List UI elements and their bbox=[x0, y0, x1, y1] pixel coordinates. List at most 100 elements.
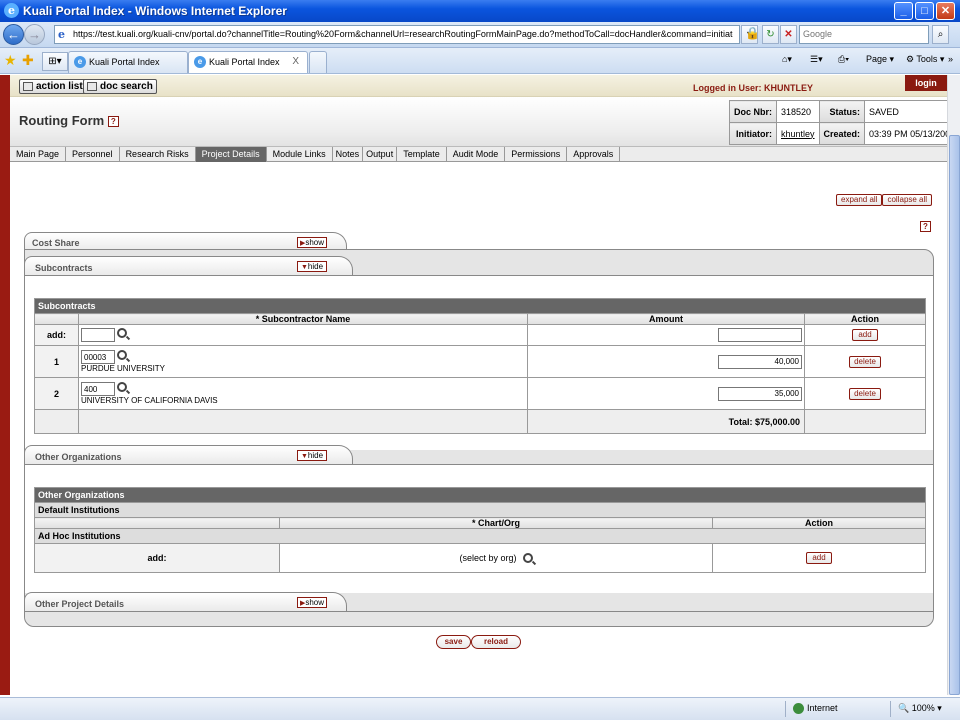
new-amount-input[interactable] bbox=[718, 328, 802, 342]
action-list-button[interactable]: action list bbox=[19, 79, 87, 94]
add-amount-cell bbox=[527, 324, 805, 346]
globe-icon bbox=[793, 703, 804, 715]
refresh-icon[interactable]: ↻ bbox=[762, 25, 779, 44]
search-input[interactable] bbox=[800, 26, 925, 42]
cost-share-toggle-button[interactable]: ▶show bbox=[297, 237, 327, 248]
forward-button[interactable]: → bbox=[24, 24, 45, 45]
lookup-icon[interactable] bbox=[117, 350, 127, 360]
subcontracts-total: Total: $75,000.00 bbox=[527, 409, 805, 434]
doc-search-button[interactable]: doc search bbox=[83, 79, 157, 94]
browser-tab-2[interactable]: e Kuali Portal Index X bbox=[188, 51, 308, 73]
delete-button[interactable]: delete bbox=[849, 387, 881, 400]
doc-nbr-label: Doc Nbr: bbox=[729, 100, 777, 123]
toggle-label: hide bbox=[307, 451, 324, 460]
scrollbar-thumb[interactable] bbox=[949, 135, 960, 695]
other-orgs-title: Other Organizations bbox=[35, 452, 122, 462]
add-subcontract-button[interactable]: add bbox=[852, 329, 878, 341]
tab-personnel[interactable]: Personnel bbox=[66, 147, 120, 162]
tab-audit-mode[interactable]: Audit Mode bbox=[447, 147, 506, 162]
tab-project-details[interactable]: Project Details bbox=[195, 147, 267, 162]
subcontractor-code-input[interactable] bbox=[81, 382, 115, 396]
subcontracts-table: Subcontracts * Subcontractor Name Amount… bbox=[34, 298, 926, 434]
more-commands-icon[interactable]: » bbox=[948, 54, 953, 64]
tab-notes[interactable]: Notes bbox=[333, 147, 364, 162]
other-orgs-table: Other Organizations Default Institutions… bbox=[34, 487, 926, 573]
logged-in-user: Logged in User: KHUNTLEY bbox=[693, 83, 814, 93]
feeds-icon[interactable]: ☰▾ bbox=[810, 54, 823, 65]
tab-permissions[interactable]: Permissions bbox=[505, 147, 568, 162]
delete-button[interactable]: delete bbox=[849, 355, 881, 368]
search-box[interactable] bbox=[799, 25, 929, 44]
lock-icon[interactable]: 🔒 bbox=[745, 26, 760, 40]
add-favorite-icon[interactable]: ✚ bbox=[22, 52, 34, 69]
initiator-cell: khuntley bbox=[776, 122, 820, 145]
collapse-all-button[interactable]: collapse all bbox=[882, 194, 933, 206]
other-orgs-toggle-button[interactable]: ▼hide bbox=[297, 450, 327, 461]
org-lookup-icon[interactable] bbox=[522, 553, 533, 563]
subcontracts-toggle-button[interactable]: ▼hide bbox=[297, 261, 327, 272]
back-button[interactable]: ← bbox=[3, 24, 24, 45]
tab-page-icon: e bbox=[194, 56, 206, 68]
home-icon[interactable]: ⌂▾ bbox=[782, 54, 792, 65]
status-bar: Internet 🔍 100% ▾ bbox=[0, 697, 960, 720]
page-title: Routing Form ? bbox=[19, 113, 119, 128]
tab-approvals[interactable]: Approvals bbox=[567, 147, 621, 162]
browser-tab-label: Kuali Portal Index bbox=[89, 57, 160, 67]
amount-cell bbox=[527, 377, 805, 410]
amount-input[interactable] bbox=[718, 386, 802, 401]
toggle-label: hide bbox=[307, 262, 324, 271]
save-button[interactable]: save bbox=[436, 635, 471, 649]
favorites-star-icon[interactable]: ★ bbox=[4, 52, 17, 69]
lookup-icon[interactable] bbox=[117, 382, 127, 392]
close-tab-icon[interactable]: X bbox=[292, 56, 299, 67]
new-tab-button[interactable] bbox=[309, 51, 327, 73]
page-menu[interactable]: Page ▾ bbox=[866, 54, 894, 65]
kuali-topbar: action list doc search Logged in User: K… bbox=[10, 75, 947, 97]
print-icon[interactable]: ⎙▾ bbox=[838, 54, 849, 65]
default-institutions-label: Default Institutions bbox=[34, 502, 926, 518]
reload-button[interactable]: reload bbox=[471, 635, 521, 649]
amount-input[interactable] bbox=[718, 354, 802, 369]
tab-output[interactable]: Output bbox=[363, 147, 398, 162]
tab-main-page[interactable]: Main Page bbox=[10, 147, 67, 162]
page-title-text: Routing Form bbox=[19, 113, 105, 128]
tools-menu[interactable]: ⚙ Tools ▾ bbox=[906, 54, 944, 65]
vertical-scrollbar[interactable] bbox=[947, 75, 960, 695]
row-number: 2 bbox=[34, 377, 79, 410]
add-org-button[interactable]: add bbox=[806, 552, 832, 564]
minimize-button[interactable]: _ bbox=[894, 2, 913, 20]
divider bbox=[890, 701, 891, 717]
tab-research-risks[interactable]: Research Risks bbox=[120, 147, 196, 162]
browser-tab-1[interactable]: e Kuali Portal Index bbox=[68, 51, 188, 73]
close-window-button[interactable]: ✕ bbox=[936, 2, 955, 20]
subcontractor-code-input[interactable] bbox=[81, 350, 115, 364]
search-icon[interactable]: ⌕ bbox=[932, 25, 949, 44]
tab-module-links[interactable]: Module Links bbox=[267, 147, 333, 162]
url-field[interactable]: e https://test.kuali.org/kuali-cnv/porta… bbox=[54, 25, 740, 44]
subcontracts-title: Subcontracts bbox=[35, 263, 93, 273]
tab-template[interactable]: Template bbox=[397, 147, 447, 162]
toggle-label: show bbox=[305, 598, 325, 607]
col-action: Action bbox=[712, 517, 926, 529]
new-subcontractor-code-input[interactable] bbox=[81, 328, 115, 342]
login-button[interactable]: login bbox=[905, 75, 947, 91]
stop-icon[interactable]: ✕ bbox=[780, 25, 797, 44]
cost-share-title: Cost Share bbox=[32, 238, 80, 248]
zoom-control[interactable]: 🔍 100% ▾ bbox=[898, 703, 942, 714]
lookup-icon[interactable] bbox=[117, 328, 127, 338]
quick-tabs-icon[interactable]: ⊞▾ bbox=[42, 52, 68, 71]
window-title: Kuali Portal Index - Windows Internet Ex… bbox=[23, 4, 287, 18]
initiator-link[interactable]: khuntley bbox=[781, 129, 815, 139]
expand-all-button[interactable]: expand all bbox=[836, 194, 883, 206]
help-icon[interactable]: ? bbox=[107, 116, 119, 128]
status-value: SAVED bbox=[864, 100, 947, 123]
zone-label: Internet bbox=[807, 703, 838, 713]
other-project-toggle-button[interactable]: ▶show bbox=[297, 597, 327, 608]
table-row: 2 UNIVERSITY OF CALIFORNIA DAVIS delete bbox=[34, 377, 926, 410]
help-icon[interactable]: ? bbox=[920, 221, 931, 232]
table-row: 1 PURDUE UNIVERSITY delete bbox=[34, 345, 926, 378]
col-subcontractor-name: * Subcontractor Name bbox=[78, 313, 528, 325]
maximize-button[interactable]: □ bbox=[915, 2, 934, 20]
security-zone[interactable]: Internet bbox=[793, 703, 838, 715]
action-list-label: action list bbox=[36, 81, 83, 92]
